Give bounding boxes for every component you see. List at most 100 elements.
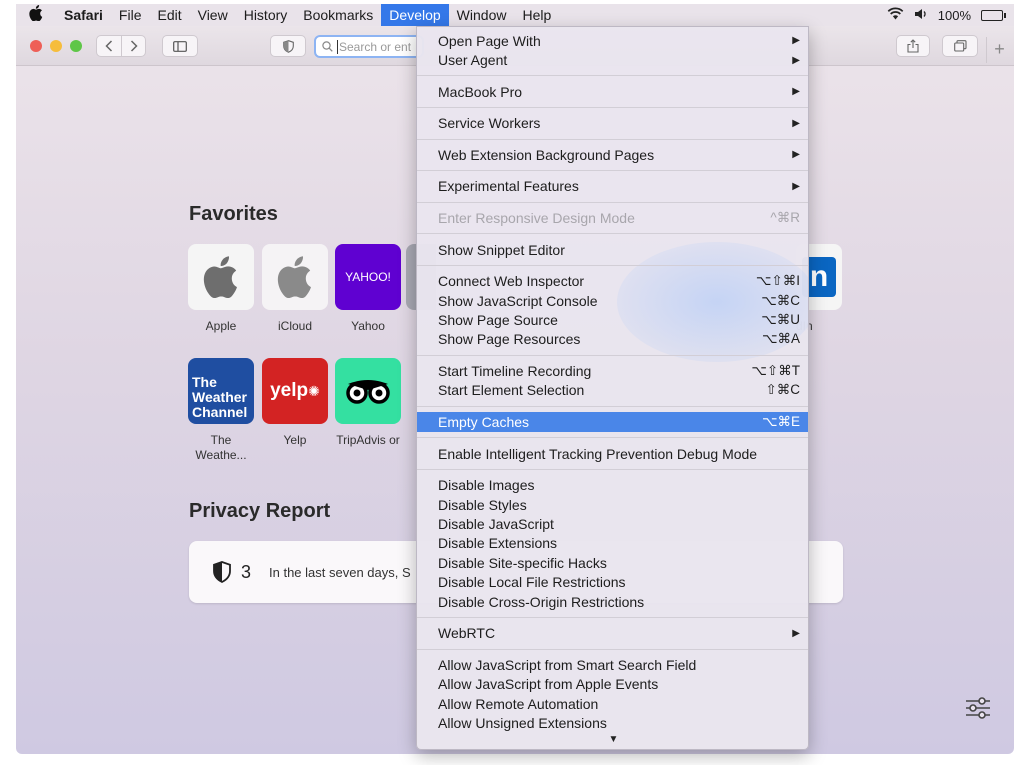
favorite-weather-channel[interactable]: The Weather Channel The Weathe... (185, 358, 257, 463)
tracker-count: 3 (241, 561, 252, 582)
wifi-icon[interactable] (887, 7, 904, 23)
menu-item-shortcut: ⇧⌘C (765, 382, 800, 398)
menu-item-show-page-resources[interactable]: Show Page Resources ⌥⌘A (417, 330, 808, 349)
yelp-burst-icon: ✺ (308, 382, 320, 399)
menu-history[interactable]: History (236, 4, 296, 26)
favorite-icloud[interactable]: iCloud (259, 244, 331, 334)
favorite-label: The Weathe... (195, 433, 247, 462)
menu-item-label: Show Page Resources (438, 331, 581, 348)
menu-item-service-workers[interactable]: Service Workers ▶ (417, 114, 808, 133)
menu-item-user-agent[interactable]: User Agent ▶ (417, 50, 808, 69)
menu-bookmarks[interactable]: Bookmarks (295, 4, 381, 26)
back-forward-buttons (96, 35, 146, 57)
menu-item-disable-site-specific-hacks[interactable]: Disable Site-specific Hacks (417, 553, 808, 572)
tripadvisor-owl-icon (346, 380, 390, 404)
menu-file[interactable]: File (111, 4, 150, 26)
menu-item-label: MacBook Pro (438, 83, 523, 100)
share-button[interactable] (896, 35, 930, 57)
menu-item-disable-local-file-restrictions[interactable]: Disable Local File Restrictions (417, 573, 808, 592)
favorite-tripadvisor[interactable]: TripAdvis or (332, 358, 404, 448)
menu-item-show-javascript-console[interactable]: Show JavaScript Console ⌥⌘C (417, 291, 808, 310)
apple-logo-icon[interactable] (16, 5, 56, 25)
tripadvisor-logo (335, 358, 401, 424)
tab-overview-button[interactable] (942, 35, 978, 57)
address-bar[interactable]: Search or ent (314, 35, 424, 58)
submenu-arrow-icon: ▶ (792, 627, 800, 639)
menu-item-web-extension-background-pages[interactable]: Web Extension Background Pages ▶ (417, 145, 808, 164)
favorites-title: Favorites (189, 203, 278, 225)
menu-item-experimental-features[interactable]: Experimental Features ▶ (417, 177, 808, 196)
yahoo-logo: YAHOO! (335, 244, 401, 310)
weather-channel-logo: The Weather Channel (188, 358, 254, 424)
sidebar-button[interactable] (162, 35, 198, 57)
menu-item-label: Show Page Source (438, 312, 558, 329)
menu-item-allow-javascript-from-apple-events[interactable]: Allow JavaScript from Apple Events (417, 675, 808, 694)
menu-develop[interactable]: Develop (381, 4, 449, 26)
menu-item-webrtc[interactable]: WebRTC ▶ (417, 624, 808, 643)
battery-icon[interactable] (981, 9, 1006, 21)
favorite-apple[interactable]: Apple (185, 244, 257, 334)
menu-item-label: Web Extension Background Pages (438, 146, 655, 163)
menu-safari[interactable]: Safari (56, 4, 111, 26)
privacy-shield-button[interactable] (270, 35, 306, 57)
menu-item-allow-remote-automation[interactable]: Allow Remote Automation (417, 694, 808, 713)
menu-separator (417, 75, 808, 77)
favorite-tile (262, 244, 328, 310)
zoom-window-button[interactable] (70, 40, 82, 52)
menu-separator (417, 170, 808, 172)
customize-start-page-button[interactable] (964, 694, 992, 722)
menu-item-empty-caches[interactable]: Empty Caches ⌥⌘E (417, 412, 808, 432)
menu-item-label: Disable Site-specific Hacks (438, 554, 607, 571)
menu-item-label: Allow JavaScript from Smart Search Field (438, 656, 697, 673)
menu-item-label: Allow Unsigned Extensions (438, 715, 607, 732)
menu-item-show-page-source[interactable]: Show Page Source ⌥⌘U (417, 310, 808, 329)
menu-item-disable-images[interactable]: Disable Images (417, 476, 808, 495)
menu-item-label: Connect Web Inspector (438, 273, 585, 290)
favorite-yelp[interactable]: yelp ✺ Yelp (259, 358, 331, 448)
menu-item-disable-javascript[interactable]: Disable JavaScript (417, 514, 808, 533)
forward-button[interactable] (121, 36, 145, 56)
menu-scroll-down-arrow[interactable]: ▼ (417, 734, 808, 745)
menu-separator (417, 354, 808, 356)
favorite-label: TripAdvis or (336, 433, 400, 447)
menu-item-show-snippet-editor[interactable]: Show Snippet Editor (417, 240, 808, 259)
menu-item-open-page-with[interactable]: Open Page With ▶ (417, 31, 808, 50)
menu-item-label: WebRTC (438, 625, 496, 642)
yelp-logo: yelp ✺ (262, 358, 328, 424)
favorite-tile (188, 244, 254, 310)
submenu-arrow-icon: ▶ (792, 86, 800, 98)
menu-item-start-timeline-recording[interactable]: Start Timeline Recording ⌥⇧⌘T (417, 361, 808, 380)
menu-item-label: Start Timeline Recording (438, 363, 592, 380)
menu-item-enable-intelligent-tracking-prevention-debug-mode[interactable]: Enable Intelligent Tracking Prevention D… (417, 444, 808, 463)
back-button[interactable] (97, 36, 121, 56)
favorite-label: Yelp (283, 433, 307, 447)
new-tab-button[interactable]: + (986, 37, 1012, 63)
menu-item-disable-styles[interactable]: Disable Styles (417, 495, 808, 514)
minimize-window-button[interactable] (50, 40, 62, 52)
menu-item-start-element-selection[interactable]: Start Element Selection ⇧⌘C (417, 381, 808, 400)
menu-item-disable-extensions[interactable]: Disable Extensions (417, 534, 808, 553)
menu-item-allow-javascript-from-smart-search-field[interactable]: Allow JavaScript from Smart Search Field (417, 655, 808, 674)
menu-separator (417, 405, 808, 407)
close-window-button[interactable] (30, 40, 42, 52)
submenu-arrow-icon: ▶ (792, 54, 800, 66)
menu-item-connect-web-inspector[interactable]: Connect Web Inspector ⌥⇧⌘I (417, 272, 808, 291)
chevron-right-icon (130, 40, 138, 52)
menu-item-macbook-pro[interactable]: MacBook Pro ▶ (417, 82, 808, 101)
apple-logo-icon (277, 256, 311, 298)
volume-icon[interactable] (914, 8, 928, 23)
menu-item-disable-cross-origin-restrictions[interactable]: Disable Cross-Origin Restrictions (417, 592, 808, 611)
menu-window[interactable]: Window (449, 4, 515, 26)
plus-icon: + (994, 39, 1005, 59)
favorite-yahoo[interactable]: YAHOO! Yahoo (332, 244, 404, 334)
menu-view[interactable]: View (190, 4, 236, 26)
menu-edit[interactable]: Edit (149, 4, 189, 26)
menu-item-shortcut: ⌥⌘E (761, 414, 800, 430)
menu-separator (417, 107, 808, 108)
sidebar-icon (173, 40, 187, 52)
submenu-arrow-icon: ▶ (792, 180, 800, 192)
submenu-arrow-icon: ▶ (792, 35, 800, 47)
menu-item-allow-unsigned-extensions[interactable]: Allow Unsigned Extensions (417, 713, 808, 732)
menu-item-label: Disable Local File Restrictions (438, 574, 626, 591)
menu-help[interactable]: Help (514, 4, 559, 26)
